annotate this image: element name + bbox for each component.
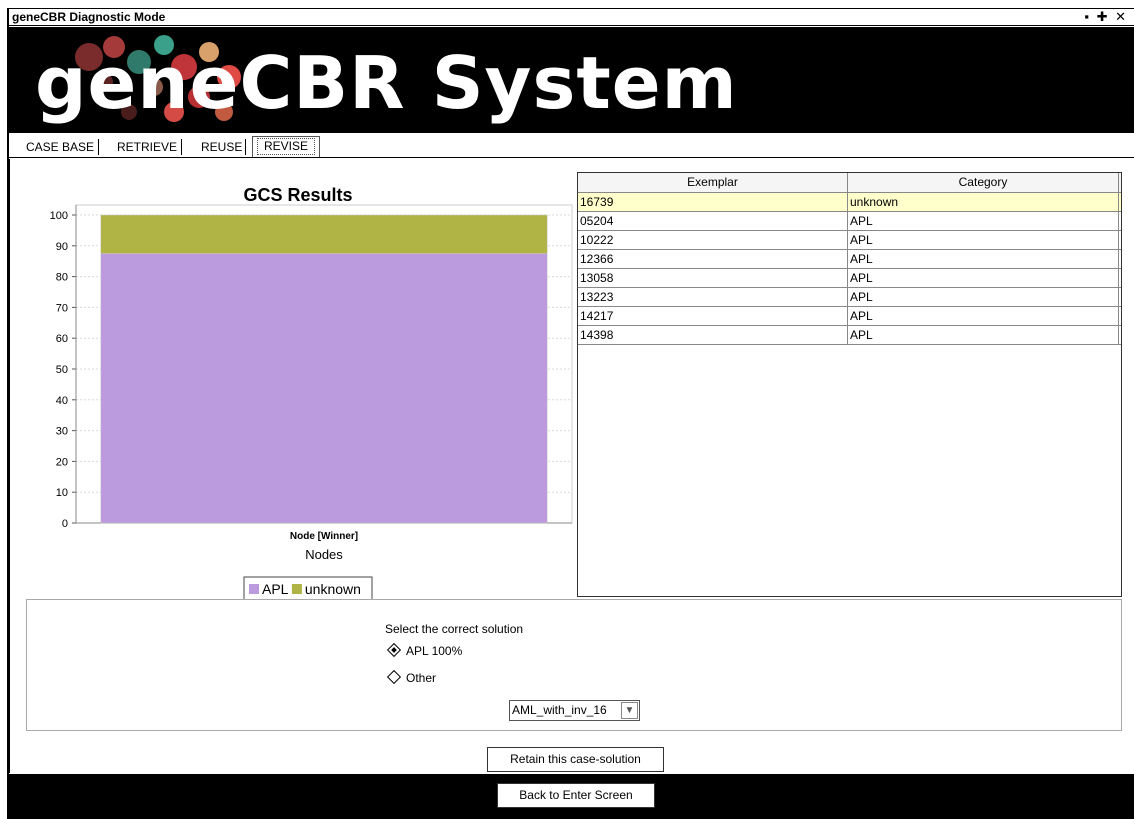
y-tick-label: 20 <box>56 456 68 468</box>
radio-other[interactable]: Other <box>386 669 437 685</box>
table-row[interactable]: 14217 APL <box>578 307 1121 326</box>
tab-retrieve[interactable]: RETRIEVE <box>113 139 183 155</box>
chart-svg: 0 10 20 30 40 50 60 70 80 90 100 Node [Winner] Nodes… <box>50 204 573 599</box>
exemplar-cell: 13223 <box>578 288 848 306</box>
window-controls[interactable]: ▪ ✚ ✕ <box>1084 9 1128 25</box>
category-cell: APL <box>848 269 1119 287</box>
exemplar-cell: 05204 <box>578 212 848 230</box>
retain-button[interactable]: Retain this case-solution <box>487 747 664 772</box>
tab-label: CASE BASE <box>26 140 95 154</box>
table-row[interactable]: 10222 APL <box>578 231 1121 250</box>
category-cell: unknown <box>848 193 1119 211</box>
tab-label: REUSE <box>201 140 243 154</box>
y-tick-label: 90 <box>56 241 68 253</box>
tab-label: RETRIEVE <box>117 140 178 154</box>
table-row[interactable]: 14398 APL <box>578 326 1121 345</box>
y-tick-label: 100 <box>50 210 68 222</box>
title-bar: geneCBR Diagnostic Mode ▪ ✚ ✕ <box>9 9 1134 26</box>
table-body: 16739 unknown 05204 APL 10222 APL 12366 APL 1305… <box>578 193 1121 345</box>
bar-segment-apl <box>100 253 548 524</box>
category-cell: APL <box>848 307 1119 325</box>
y-tick-label: 40 <box>56 395 68 407</box>
category-cell: APL <box>848 250 1119 268</box>
legend-swatch <box>249 584 259 594</box>
legend-label: APL <box>262 581 289 597</box>
revise-panel: GCS Results 0 10 20 30 40 50 60 70 80 90 100 Node [… <box>9 159 1133 773</box>
exemplar-cell: 14217 <box>578 307 848 325</box>
category-cell: APL <box>848 288 1119 306</box>
banner: geneCBR System <box>9 27 1134 133</box>
app-window: geneCBR Diagnostic Mode ▪ ✚ ✕ geneCBR Sy… <box>7 8 1134 819</box>
legend-label: unknown <box>305 581 361 597</box>
tab-separator <box>245 139 246 155</box>
exemplar-cell: 14398 <box>578 326 848 344</box>
y-tick-label: 80 <box>56 272 68 284</box>
table-row[interactable]: 05204 APL <box>578 212 1121 231</box>
window-title: geneCBR Diagnostic Mode <box>12 10 166 24</box>
x-axis-label: Nodes <box>305 547 343 562</box>
y-tick-label: 10 <box>56 487 68 499</box>
tab-bar: CASE BASE RETRIEVE REUSE REVISE <box>9 133 1134 158</box>
column-header-exemplar[interactable]: Exemplar <box>578 173 848 192</box>
exemplar-cell: 10222 <box>578 231 848 249</box>
tab-reuse[interactable]: REUSE <box>197 139 246 155</box>
tab-label: REVISE <box>257 138 316 155</box>
category-cell: APL <box>848 326 1119 344</box>
bar-segment-unknown <box>100 214 548 254</box>
table-header: Exemplar Category <box>578 173 1121 193</box>
tab-case-base[interactable]: CASE BASE <box>22 139 100 155</box>
exemplar-cell: 16739 <box>578 193 848 211</box>
radio-apl-label: APL 100% <box>406 644 463 658</box>
y-tick-label: 60 <box>56 333 68 345</box>
table-row[interactable]: 12366 APL <box>578 250 1121 269</box>
y-tick-label: 70 <box>56 302 68 314</box>
back-button[interactable]: Back to Enter Screen <box>497 783 655 808</box>
radio-other-label: Other <box>406 671 437 685</box>
y-tick-label: 30 <box>56 426 68 438</box>
exemplar-cell: 13058 <box>578 269 848 287</box>
exemplar-cell: 12366 <box>578 250 848 268</box>
radio-apl[interactable]: APL 100% <box>386 642 463 658</box>
category-cell: APL <box>848 212 1119 230</box>
radio-unselected-icon <box>386 669 402 685</box>
category-dropdown[interactable]: AML_with_inv_16 ▼ <box>509 700 640 721</box>
legend-swatch <box>291 584 302 594</box>
solution-prompt: Select the correct solution <box>385 622 524 636</box>
category-cell: APL <box>848 231 1119 249</box>
table-row[interactable]: 13058 APL <box>578 269 1121 288</box>
exemplar-table: Exemplar Category 16739 unknown 05204 APL 10… <box>577 172 1122 597</box>
x-tick-label: Node [Winner] <box>290 531 358 542</box>
solution-panel: Select the correct solution APL 100% Oth… <box>26 599 1122 731</box>
table-row[interactable]: 16739 unknown <box>578 193 1121 212</box>
chevron-down-icon[interactable]: ▼ <box>621 702 638 719</box>
footer-bar: Back to Enter Screen <box>9 774 1134 819</box>
tab-revise[interactable]: REVISE <box>252 136 321 157</box>
y-tick-label: 0 <box>62 518 68 530</box>
gcs-chart: GCS Results 0 10 20 30 40 50 60 70 80 90 100 Node [… <box>18 169 578 599</box>
table-row[interactable]: 13223 APL <box>578 288 1121 307</box>
dropdown-value: AML_with_inv_16 <box>512 703 607 717</box>
y-tick-label: 50 <box>56 364 68 376</box>
column-header-category[interactable]: Category <box>848 173 1119 192</box>
radio-selected-icon <box>386 642 402 658</box>
logo-title: geneCBR System <box>35 41 738 125</box>
